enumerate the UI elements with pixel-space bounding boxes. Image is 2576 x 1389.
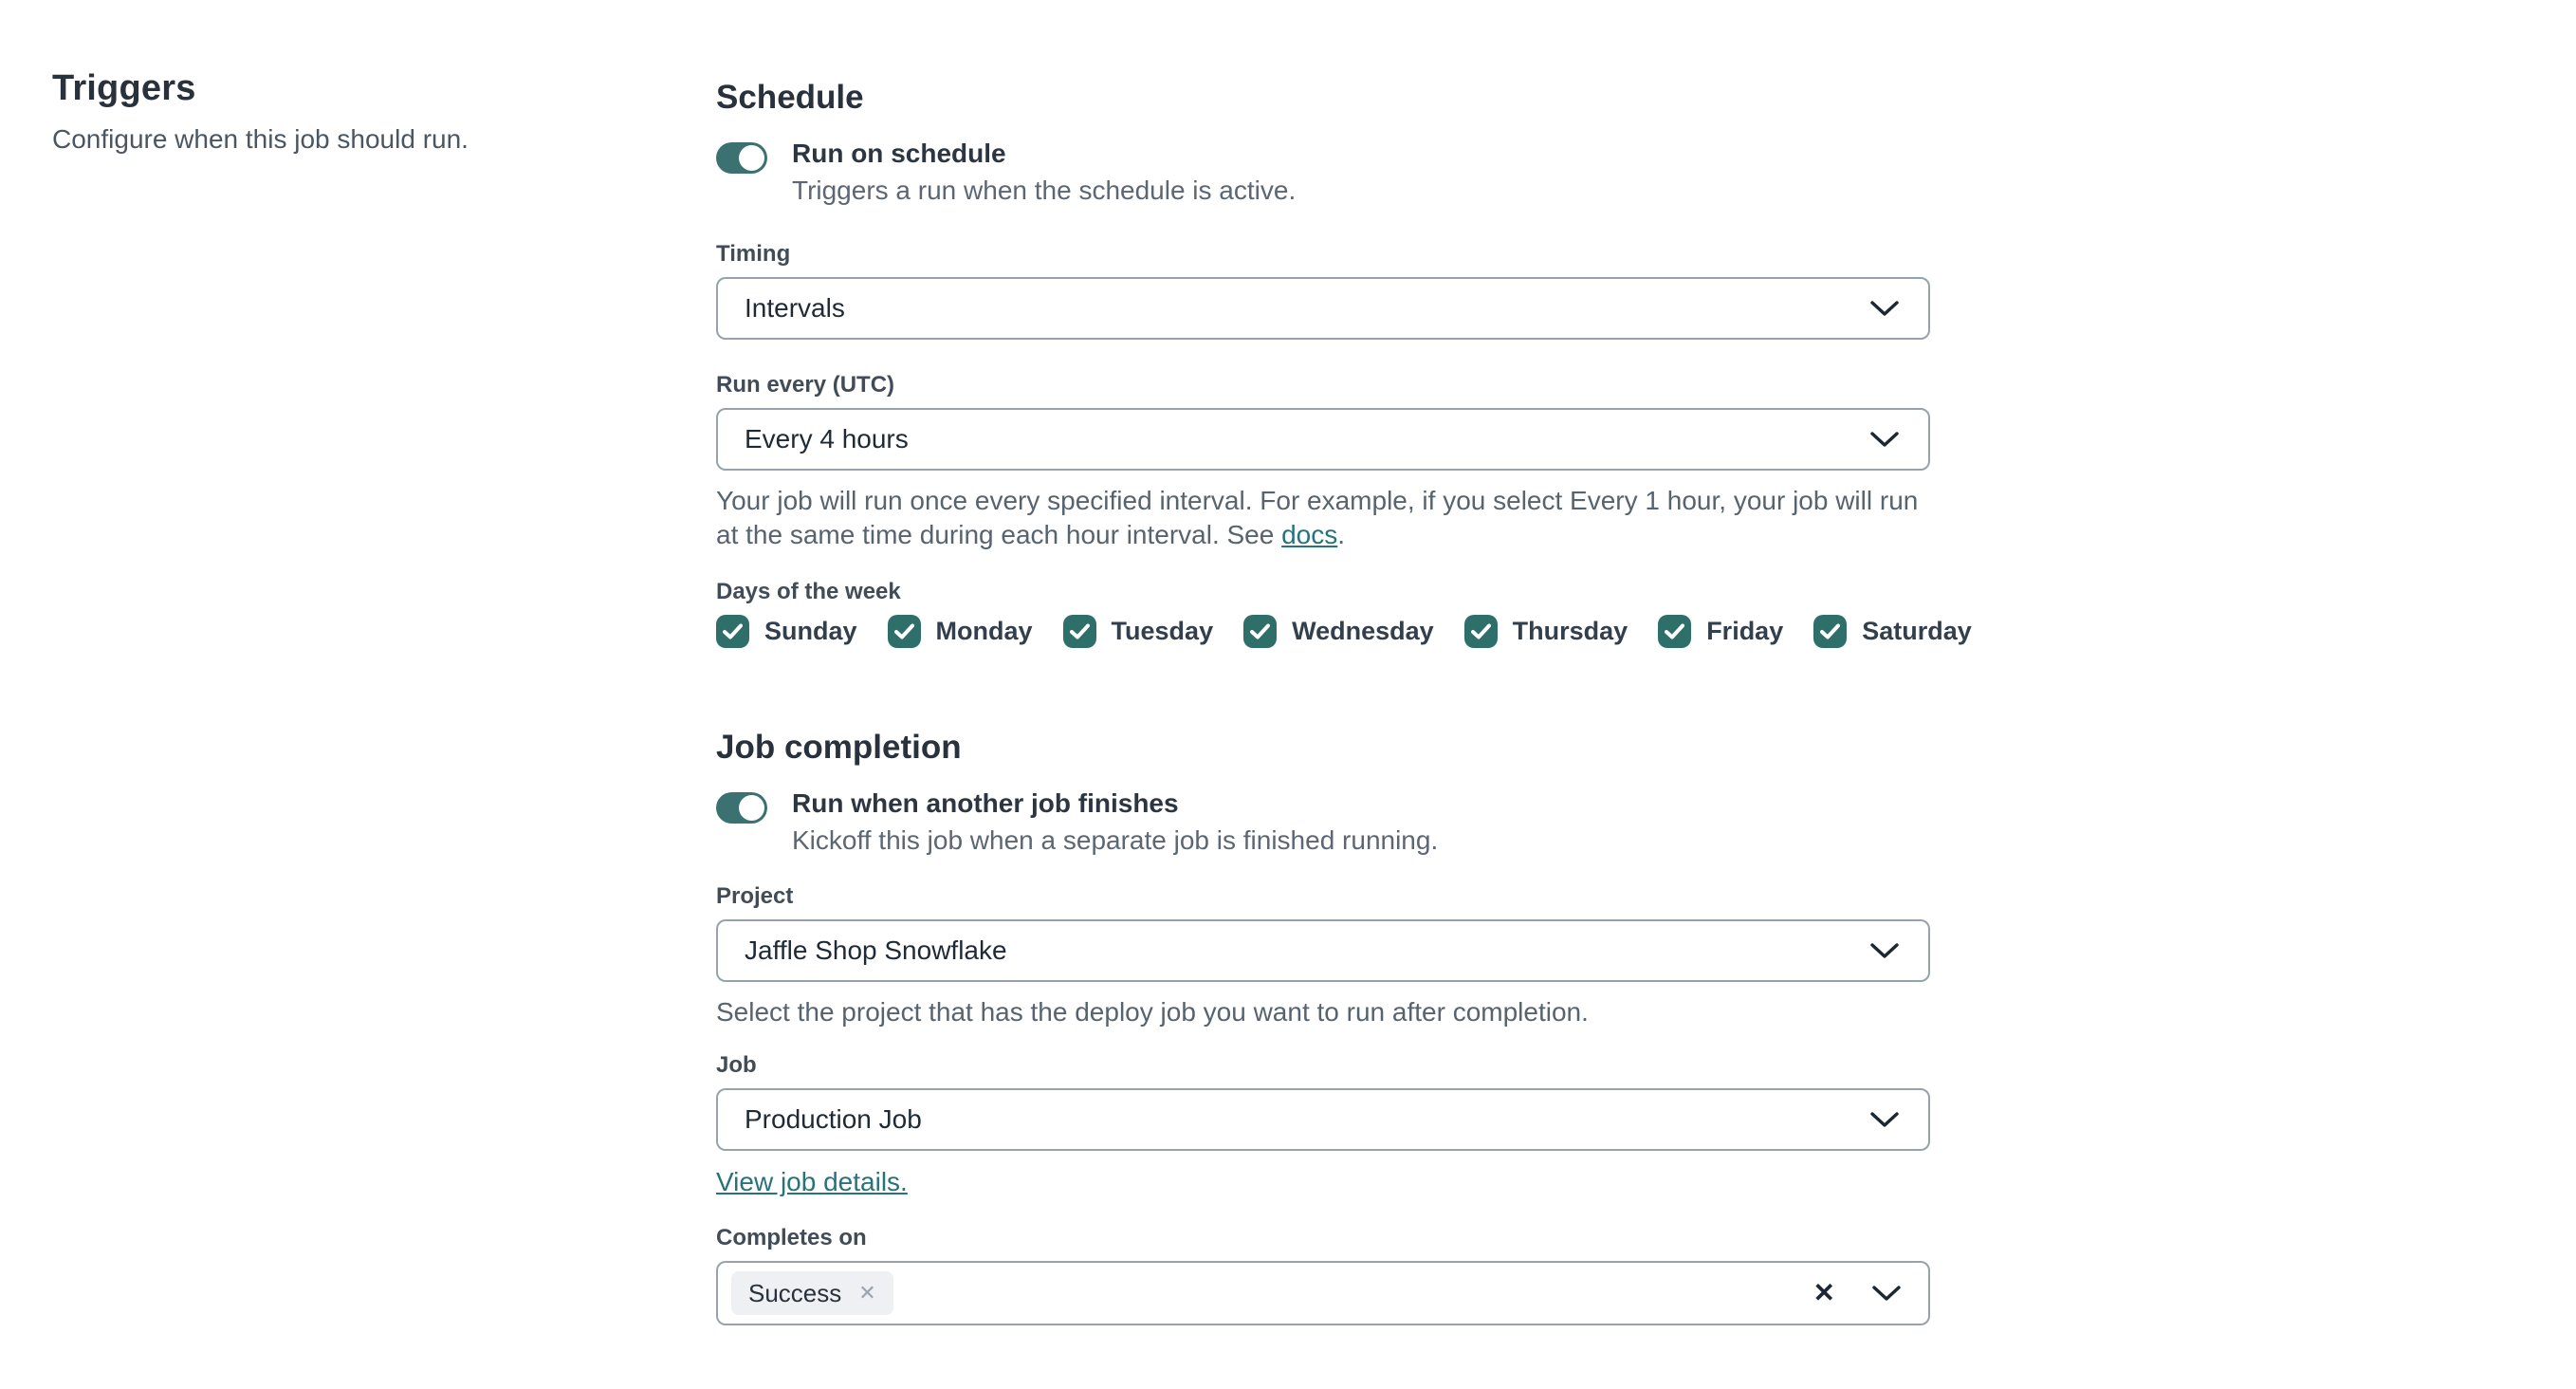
- docs-link[interactable]: docs: [1281, 520, 1337, 549]
- days-of-week-row: Sunday Monday Tuesday Wednesday Thursday…: [716, 615, 1972, 648]
- run-every-help-text: Your job will run once every specified i…: [716, 484, 1930, 552]
- job-label: Job: [716, 1052, 757, 1078]
- run-every-select[interactable]: Every 4 hours: [716, 408, 1930, 471]
- triggers-form: Schedule Run on schedule Triggers a run …: [716, 0, 1972, 1325]
- day-label: Sunday: [764, 617, 857, 645]
- job-completion-heading: Job completion: [716, 729, 962, 766]
- day-checkbox-wednesday[interactable]: Wednesday: [1243, 615, 1434, 648]
- checkbox-checked: [1243, 615, 1278, 648]
- project-select-value: Jaffle Shop Snowflake: [745, 935, 1007, 965]
- run-when-finishes-row: Run when another job finishes Kickoff th…: [716, 788, 1930, 857]
- day-label: Friday: [1706, 617, 1784, 645]
- checkbox-checked: [716, 615, 749, 648]
- run-on-schedule-toggle[interactable]: [716, 142, 767, 174]
- schedule-heading: Schedule: [716, 79, 864, 116]
- run-when-finishes-text: Run when another job finishes Kickoff th…: [792, 788, 1438, 857]
- chip-remove-icon[interactable]: ✕: [858, 1283, 875, 1304]
- chevron-down-icon[interactable]: [1871, 1284, 1902, 1303]
- chevron-down-icon: [1870, 943, 1899, 958]
- page-title: Triggers: [52, 68, 196, 108]
- run-on-schedule-row: Run on schedule Triggers a run when the …: [716, 139, 1930, 207]
- day-checkbox-tuesday[interactable]: Tuesday: [1062, 615, 1214, 648]
- day-checkbox-friday[interactable]: Friday: [1658, 615, 1783, 648]
- run-on-schedule-text: Run on schedule Triggers a run when the …: [792, 139, 1296, 207]
- help-text-after: .: [1337, 520, 1346, 549]
- job-select[interactable]: Production Job: [716, 1088, 1930, 1151]
- project-select[interactable]: Jaffle Shop Snowflake: [716, 919, 1930, 982]
- day-label: Monday: [935, 617, 1033, 645]
- day-checkbox-monday[interactable]: Monday: [887, 615, 1033, 648]
- check-icon: [1470, 623, 1491, 639]
- check-icon: [1069, 623, 1090, 639]
- days-of-week-label: Days of the week: [716, 579, 901, 604]
- check-icon: [893, 623, 914, 639]
- timing-select-value: Intervals: [745, 293, 845, 323]
- day-label: Saturday: [1862, 617, 1972, 645]
- check-icon: [1665, 623, 1685, 639]
- day-checkbox-thursday[interactable]: Thursday: [1463, 615, 1628, 648]
- run-every-label: Run every (UTC): [716, 372, 895, 398]
- toggle-knob: [739, 145, 764, 171]
- run-when-job-finishes-label: Run when another job finishes: [792, 788, 1179, 818]
- checkbox-checked: [1658, 615, 1692, 648]
- job-select-value: Production Job: [745, 1104, 922, 1134]
- section-descriptor: Triggers Configure when this job should …: [52, 68, 640, 155]
- run-every-select-value: Every 4 hours: [745, 424, 909, 454]
- day-label: Tuesday: [1111, 617, 1214, 645]
- check-icon: [723, 623, 743, 639]
- success-chip: Success ✕: [731, 1271, 893, 1315]
- view-job-details-link[interactable]: View job details.: [716, 1166, 908, 1198]
- chip-label: Success: [748, 1278, 842, 1307]
- day-checkbox-saturday[interactable]: Saturday: [1813, 615, 1972, 648]
- day-label: Thursday: [1512, 617, 1628, 645]
- checkbox-checked: [1463, 615, 1498, 648]
- chevron-down-icon: [1870, 301, 1899, 316]
- clear-all-icon[interactable]: ✕: [1813, 1280, 1835, 1306]
- timing-label: Timing: [716, 241, 791, 267]
- chevron-down-icon: [1870, 1112, 1899, 1127]
- check-icon: [1250, 623, 1271, 639]
- checkbox-checked: [1062, 615, 1096, 648]
- page-subtitle: Configure when this job should run.: [52, 124, 469, 154]
- day-checkbox-sunday[interactable]: Sunday: [716, 615, 857, 648]
- run-on-schedule-label: Run on schedule: [792, 139, 1006, 168]
- completes-on-label: Completes on: [716, 1225, 867, 1250]
- project-help-text: Select the project that has the deploy j…: [716, 997, 1589, 1027]
- day-label: Wednesday: [1292, 617, 1434, 645]
- project-label: Project: [716, 883, 794, 909]
- run-on-schedule-description: Triggers a run when the schedule is acti…: [792, 176, 1297, 205]
- toggle-knob: [739, 795, 764, 821]
- run-when-job-finishes-description: Kickoff this job when a separate job is …: [792, 825, 1439, 855]
- triggers-settings-page: Triggers Configure when this job should …: [0, 0, 2576, 1389]
- check-icon: [1820, 623, 1841, 639]
- run-when-job-finishes-toggle[interactable]: [716, 792, 767, 824]
- chevron-down-icon: [1870, 432, 1899, 447]
- checkbox-checked: [1813, 615, 1848, 648]
- checkbox-checked: [887, 615, 921, 648]
- timing-select[interactable]: Intervals: [716, 277, 1930, 340]
- completes-on-multiselect[interactable]: Success ✕ ✕: [716, 1261, 1930, 1325]
